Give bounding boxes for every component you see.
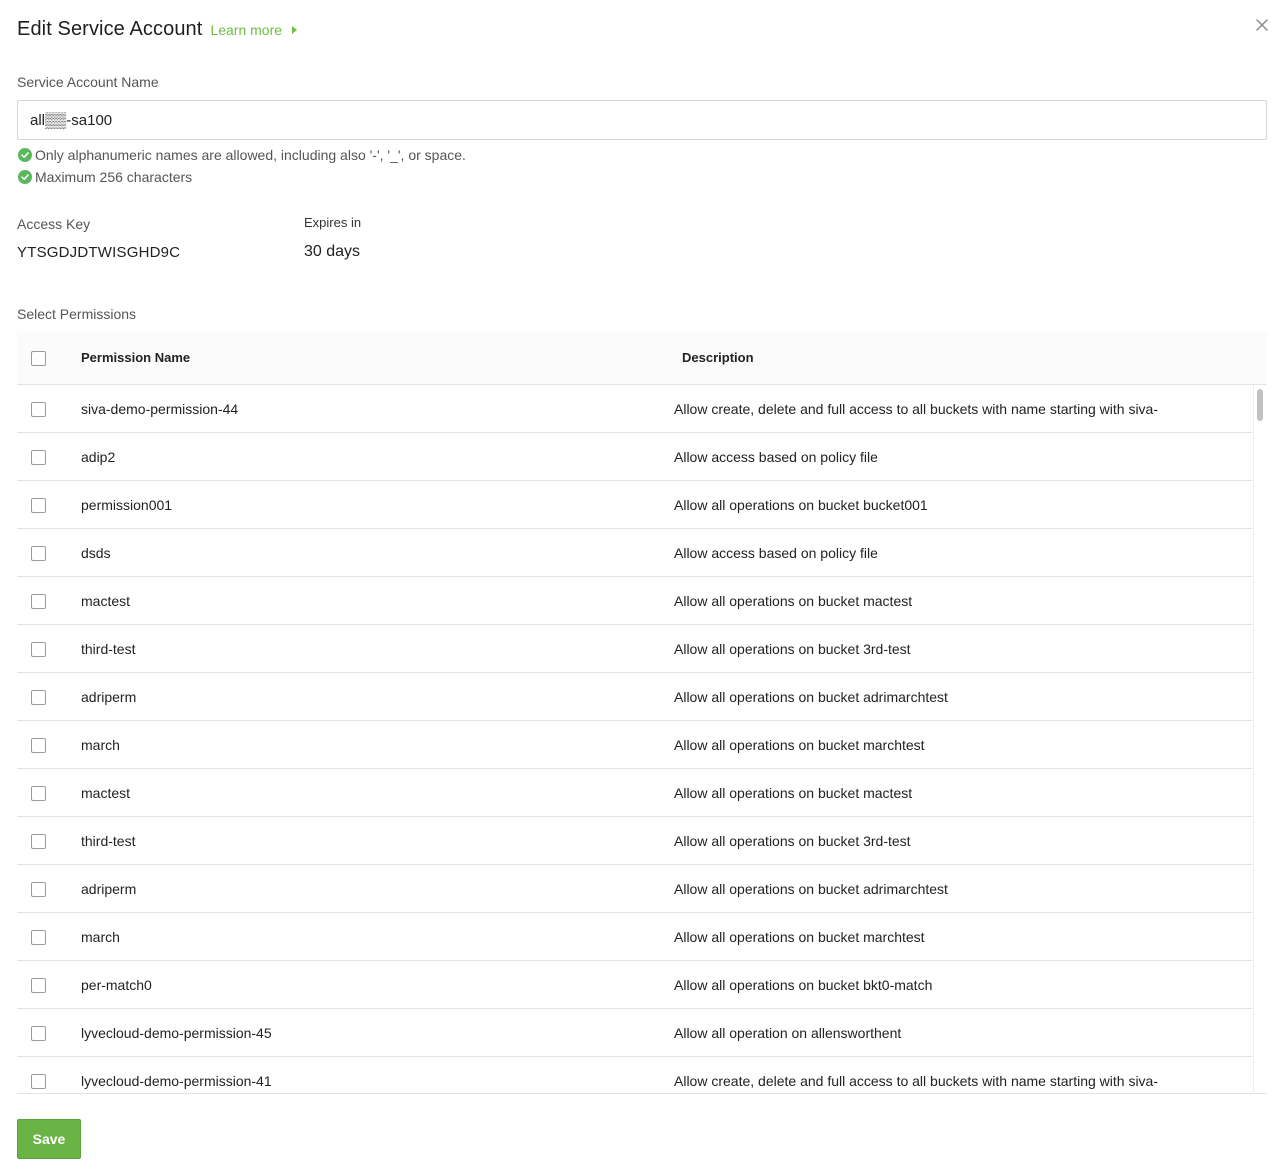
column-header-description: Description bbox=[682, 350, 754, 365]
permission-name: lyvecloud-demo-permission-41 bbox=[81, 1073, 272, 1089]
table-row[interactable]: mactest Allow all operations on bucket ma… bbox=[17, 577, 1252, 625]
table-row[interactable]: permission001 Allow all operations on buc… bbox=[17, 481, 1252, 529]
permission-name: march bbox=[81, 929, 120, 945]
row-checkbox[interactable] bbox=[31, 978, 46, 993]
permission-name: per-match0 bbox=[81, 977, 152, 993]
permission-name: third-test bbox=[81, 833, 136, 849]
access-key-label: Access Key bbox=[17, 216, 91, 232]
learn-more-link[interactable]: Learn more bbox=[210, 22, 298, 38]
dialog-title: Edit Service Account bbox=[17, 18, 203, 40]
table-row[interactable]: third-test Allow all operations on bucket… bbox=[17, 625, 1252, 673]
permission-description: Allow access based on policy file bbox=[674, 449, 878, 465]
table-row[interactable]: per-match0 Allow all operations on bucket… bbox=[17, 961, 1252, 1009]
row-checkbox[interactable] bbox=[31, 1026, 46, 1041]
permission-name: mactest bbox=[81, 785, 131, 801]
permissions-table-header: Permission Name Description bbox=[17, 332, 1267, 385]
table-row[interactable]: siva-demo-permission-44 Allow create, del… bbox=[17, 385, 1252, 433]
row-checkbox[interactable] bbox=[31, 594, 46, 609]
scrollbar-thumb[interactable] bbox=[1257, 389, 1263, 421]
permission-name: dsds bbox=[81, 545, 111, 561]
table-row[interactable]: lyvecloud-demo-permission-41 Allow create… bbox=[17, 1057, 1252, 1093]
table-row[interactable]: adip2 Allow access based on policy file bbox=[17, 433, 1252, 481]
permission-name: march bbox=[81, 737, 120, 753]
expires-label: Expires in bbox=[304, 215, 362, 230]
service-account-name-input[interactable] bbox=[17, 100, 1267, 140]
table-row[interactable]: adriperm Allow all operations on bucket a… bbox=[17, 865, 1252, 913]
permission-description: Allow create, delete and full access to … bbox=[674, 401, 1159, 417]
permission-description: Allow all operations on bucket mactest bbox=[674, 785, 913, 801]
row-checkbox[interactable] bbox=[31, 834, 46, 849]
row-checkbox[interactable] bbox=[31, 546, 46, 561]
permission-description: Allow all operations on bucket adrimarch… bbox=[674, 689, 948, 705]
access-key-value: YTSGDJDTWISGHD9C bbox=[17, 244, 181, 261]
column-header-permission-name: Permission Name bbox=[81, 350, 191, 365]
hint-max-length: Maximum 256 characters bbox=[18, 169, 192, 185]
table-row[interactable]: adriperm Allow all operations on bucket a… bbox=[17, 673, 1252, 721]
permission-name: permission001 bbox=[81, 497, 173, 513]
table-row[interactable]: march Allow all operations on bucket marc… bbox=[17, 913, 1252, 961]
row-checkbox[interactable] bbox=[31, 882, 46, 897]
permission-name: lyvecloud-demo-permission-45 bbox=[81, 1025, 272, 1041]
row-checkbox[interactable] bbox=[31, 498, 46, 513]
permissions-rows: siva-demo-permission-44 Allow create, del… bbox=[17, 385, 1252, 1093]
permission-name: adip2 bbox=[81, 449, 116, 465]
permission-description: Allow all operations on bucket mactest bbox=[674, 593, 913, 609]
table-scrollbar[interactable] bbox=[1253, 385, 1267, 1093]
table-row[interactable]: mactest Allow all operations on bucket ma… bbox=[17, 769, 1252, 817]
permission-description: Allow create, delete and full access to … bbox=[674, 1073, 1159, 1089]
row-checkbox[interactable] bbox=[31, 930, 46, 945]
permission-name: adriperm bbox=[81, 881, 137, 897]
expires-value: 30 days bbox=[304, 243, 361, 260]
row-checkbox[interactable] bbox=[31, 786, 46, 801]
row-checkbox[interactable] bbox=[31, 1074, 46, 1089]
hint-text: Only alphanumeric names are allowed, inc… bbox=[35, 147, 466, 163]
permission-description: Allow all operation on allensworthent bbox=[674, 1025, 902, 1041]
permissions-table-body[interactable]: siva-demo-permission-44 Allow create, del… bbox=[17, 385, 1267, 1094]
hint-alphanumeric: Only alphanumeric names are allowed, inc… bbox=[18, 147, 466, 163]
row-checkbox[interactable] bbox=[31, 450, 46, 465]
permission-name: siva-demo-permission-44 bbox=[81, 401, 239, 417]
caret-right-icon bbox=[292, 26, 298, 34]
permission-description: Allow all operations on bucket 3rd-test bbox=[674, 641, 911, 657]
table-row[interactable]: lyvecloud-demo-permission-45 Allow all op… bbox=[17, 1009, 1252, 1057]
row-checkbox[interactable] bbox=[31, 738, 46, 753]
row-checkbox[interactable] bbox=[31, 690, 46, 705]
dialog-header: Edit Service Account Learn more bbox=[17, 18, 298, 41]
permission-description: Allow all operations on bucket 3rd-test bbox=[674, 833, 911, 849]
table-row[interactable]: third-test Allow all operations on bucket… bbox=[17, 817, 1252, 865]
table-row[interactable]: march Allow all operations on bucket marc… bbox=[17, 721, 1252, 769]
select-all-checkbox[interactable] bbox=[31, 351, 46, 366]
permission-description: Allow all operations on bucket marchtest bbox=[674, 737, 925, 753]
permission-name: mactest bbox=[81, 593, 131, 609]
permission-name: third-test bbox=[81, 641, 136, 657]
row-checkbox[interactable] bbox=[31, 402, 46, 417]
save-button[interactable]: Save bbox=[17, 1119, 81, 1159]
permission-description: Allow all operations on bucket bucket001 bbox=[674, 497, 928, 513]
permission-name: adriperm bbox=[81, 689, 137, 705]
check-circle-icon bbox=[18, 148, 32, 162]
check-circle-icon bbox=[18, 170, 32, 184]
row-checkbox[interactable] bbox=[31, 642, 46, 657]
hint-text: Maximum 256 characters bbox=[35, 169, 193, 185]
table-row[interactable]: dsds Allow access based on policy file bbox=[17, 529, 1252, 577]
learn-more-label: Learn more bbox=[210, 22, 283, 38]
permission-description: Allow all operations on bucket marchtest bbox=[674, 929, 925, 945]
service-account-name-label: Service Account Name bbox=[17, 74, 159, 90]
select-permissions-label: Select Permissions bbox=[17, 306, 137, 322]
permission-description: Allow access based on policy file bbox=[674, 545, 878, 561]
permission-description: Allow all operations on bucket bkt0-matc… bbox=[674, 977, 933, 993]
permission-description: Allow all operations on bucket adrimarch… bbox=[674, 881, 948, 897]
close-icon[interactable] bbox=[1254, 17, 1270, 33]
